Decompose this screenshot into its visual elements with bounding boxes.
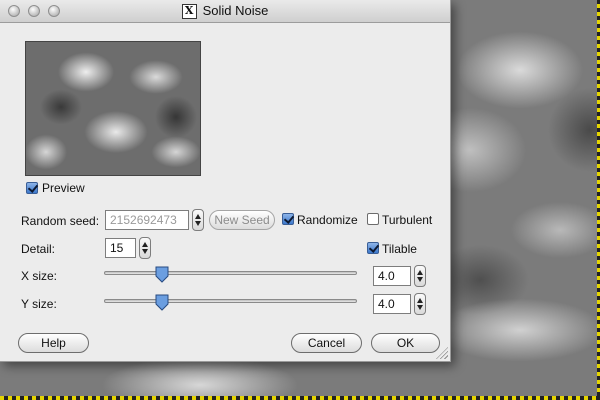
x11-icon: X [181,4,197,20]
new-seed-button[interactable]: New Seed [209,210,275,230]
randomize-label[interactable]: Randomize [297,213,358,227]
detail-spinner[interactable] [139,237,151,259]
ok-button[interactable]: OK [371,333,440,353]
canvas-selection-border [0,396,600,400]
y-size-slider-thumb[interactable] [155,294,169,311]
turbulent-checkbox[interactable] [367,213,379,225]
randomize-checkbox[interactable] [282,213,294,225]
x-size-spinner[interactable] [414,265,426,287]
preview-label[interactable]: Preview [42,181,85,195]
x-size-label: X size: [21,269,58,283]
preview-image [25,41,201,176]
solid-noise-dialog: X Solid Noise Preview Random seed: 215269… [0,0,451,362]
tilable-label[interactable]: Tilable [382,242,417,256]
x-size-field[interactable]: 4.0 [373,266,411,286]
title-bar[interactable]: X Solid Noise [0,0,450,23]
y-size-slider[interactable] [104,299,357,303]
tilable-checkbox[interactable] [367,242,379,254]
help-button[interactable]: Help [18,333,89,353]
preview-checkbox[interactable] [26,182,38,194]
y-size-label: Y size: [21,297,57,311]
random-seed-spinner[interactable] [192,209,204,231]
window-title: Solid Noise [202,3,269,18]
detail-field[interactable]: 15 [105,238,136,258]
random-seed-label: Random seed: [21,214,100,228]
turbulent-label[interactable]: Turbulent [382,213,432,227]
y-size-spinner[interactable] [414,293,426,315]
detail-label: Detail: [21,242,56,256]
x-size-slider[interactable] [104,271,357,275]
random-seed-field[interactable]: 2152692473 [105,210,189,230]
cancel-button[interactable]: Cancel [291,333,362,353]
y-size-field[interactable]: 4.0 [373,294,411,314]
x-size-slider-thumb[interactable] [155,266,169,283]
